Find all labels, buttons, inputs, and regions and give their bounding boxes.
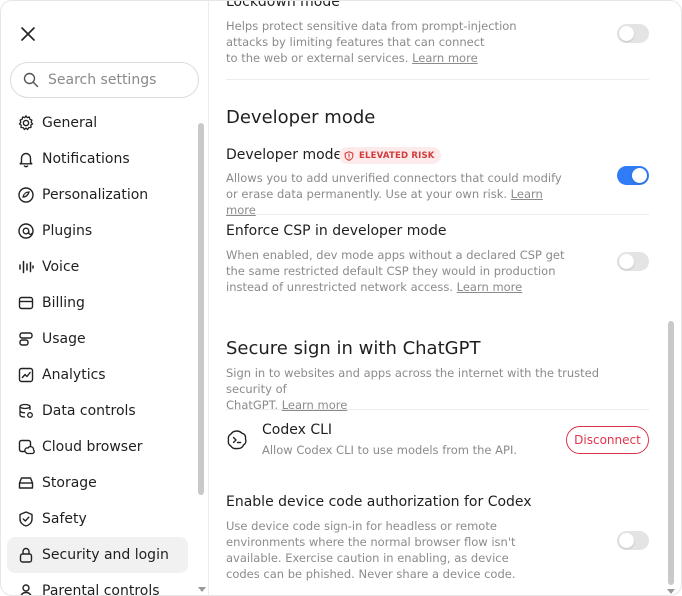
sidebar-scroll-down-arrow[interactable] xyxy=(198,587,206,592)
lockdown-mode-toggle[interactable] xyxy=(617,24,649,43)
personalization-icon xyxy=(16,185,36,205)
signin-desc-line: ChatGPT. Learn more xyxy=(226,398,348,412)
elevated-risk-badge: ELEVATED RISK xyxy=(339,147,441,164)
gear-icon xyxy=(16,113,36,133)
secure-signin-section-title: Secure sign in with ChatGPT xyxy=(226,338,481,359)
search-input[interactable] xyxy=(48,72,188,88)
toggle-knob xyxy=(619,26,634,41)
developer-mode-section-title: Developer mode xyxy=(226,107,376,128)
lockdown-desc-line: to the web or external services. Learn m… xyxy=(226,51,478,65)
sidebar-item-cloud-browser[interactable]: Cloud browser xyxy=(7,429,188,465)
warning-shield-icon xyxy=(344,150,354,161)
database-icon xyxy=(16,401,36,421)
sidebar-item-voice[interactable]: Voice xyxy=(7,249,188,285)
divider xyxy=(226,79,649,80)
lockdown-mode-description: Helps protect sensitive data from prompt… xyxy=(226,18,526,66)
csp-desc-line: When enabled, dev mode apps without a de… xyxy=(226,248,565,262)
analytics-chart-icon xyxy=(16,365,36,385)
content-scroll-down-arrow[interactable] xyxy=(667,589,675,594)
divider xyxy=(226,214,649,215)
enforce-csp-toggle[interactable] xyxy=(617,252,649,271)
lock-icon xyxy=(16,545,36,565)
sidebar-item-plugins[interactable]: Plugins xyxy=(7,213,188,249)
sidebar-item-notifications[interactable]: Notifications xyxy=(7,141,188,177)
bell-icon xyxy=(16,149,36,169)
sidebar-item-label: Security and login xyxy=(42,547,169,563)
lockdown-desc-line: Helps protect sensitive data from prompt… xyxy=(226,19,517,33)
person-icon xyxy=(16,581,36,595)
csp-desc-line: instead of unrestricted network access. … xyxy=(226,280,523,294)
toggle-knob xyxy=(632,168,647,183)
sidebar-item-data-controls[interactable]: Data controls xyxy=(7,393,188,429)
sidebar-item-label: Notifications xyxy=(42,151,130,167)
secure-signin-description: Sign in to websites and apps across the … xyxy=(226,365,646,413)
storage-drive-icon xyxy=(16,473,36,493)
sidebar-item-label: Usage xyxy=(42,331,86,347)
usage-icon xyxy=(16,329,36,349)
sidebar-item-label: Parental controls xyxy=(42,583,160,596)
sidebar-item-billing[interactable]: Billing xyxy=(7,285,188,321)
enforce-csp-title: Enforce CSP in developer mode xyxy=(226,223,447,239)
settings-window: General Notifications Personalization Pl… xyxy=(0,0,682,596)
settings-content: Lockdown mode Helps protect sensitive da… xyxy=(210,0,681,595)
enforce-csp-learn-more-link[interactable]: Learn more xyxy=(457,280,523,294)
codex-cli-icon xyxy=(226,429,248,451)
sidebar-item-label: Cloud browser xyxy=(42,439,143,455)
sidebar-scrollbar[interactable] xyxy=(198,123,204,495)
sidebar-item-label: Analytics xyxy=(42,367,106,383)
sidebar-item-safety[interactable]: Safety xyxy=(7,501,188,537)
codex-cli-title: Codex CLI xyxy=(262,422,333,438)
device-desc-line: available. Exercise caution in enabling,… xyxy=(226,551,509,565)
developer-mode-toggle[interactable] xyxy=(617,166,649,185)
csp-desc-line: the same restricted default CSP they wou… xyxy=(226,264,556,278)
sidebar-item-general[interactable]: General xyxy=(7,105,188,141)
sidebar-item-personalization[interactable]: Personalization xyxy=(7,177,188,213)
device-desc-line: codes can be phished. Never share a devi… xyxy=(226,567,516,581)
sidebar-item-label: Safety xyxy=(42,511,87,527)
lockdown-learn-more-link[interactable]: Learn more xyxy=(412,51,478,65)
device-code-toggle[interactable] xyxy=(617,531,649,550)
sidebar-item-label: Storage xyxy=(42,475,97,491)
plugins-icon xyxy=(16,221,36,241)
content-scrollbar[interactable] xyxy=(668,321,674,585)
sidebar-item-label: Data controls xyxy=(42,403,136,419)
settings-sidebar: General Notifications Personalization Pl… xyxy=(1,1,209,596)
device-desc-line: environments where the normal browser fl… xyxy=(226,535,516,549)
device-code-title: Enable device code authorization for Cod… xyxy=(226,494,532,510)
billing-card-icon xyxy=(16,293,36,313)
developer-mode-description: Allows you to add unverified connectors … xyxy=(226,170,566,218)
cloud-browser-icon xyxy=(16,437,36,457)
lockdown-mode-title: Lockdown mode xyxy=(226,0,340,10)
sidebar-item-label: General xyxy=(42,115,98,131)
developer-desc-line: Allows you to add unverified connectors … xyxy=(226,171,562,185)
codex-cli-description: Allow Codex CLI to use models from the A… xyxy=(262,443,517,457)
shield-icon xyxy=(16,509,36,529)
close-button[interactable] xyxy=(15,21,41,47)
toggle-knob xyxy=(619,533,634,548)
sidebar-item-usage[interactable]: Usage xyxy=(7,321,188,357)
signin-desc-line: Sign in to websites and apps across the … xyxy=(226,366,600,396)
search-settings-field[interactable] xyxy=(10,62,199,98)
sidebar-item-storage[interactable]: Storage xyxy=(7,465,188,501)
search-icon xyxy=(23,72,39,88)
settings-nav: General Notifications Personalization Pl… xyxy=(7,105,188,596)
badge-label: ELEVATED RISK xyxy=(359,150,435,161)
toggle-knob xyxy=(619,254,634,269)
enforce-csp-description: When enabled, dev mode apps without a de… xyxy=(226,247,566,295)
sidebar-item-label: Plugins xyxy=(42,223,93,239)
sidebar-item-analytics[interactable]: Analytics xyxy=(7,357,188,393)
sidebar-item-parental-controls[interactable]: Parental controls xyxy=(7,573,188,596)
lockdown-desc-line: attacks by limiting features that can co… xyxy=(226,35,485,49)
developer-mode-title: Developer mode xyxy=(226,147,343,163)
device-code-description: Use device code sign-in for headless or … xyxy=(226,518,526,582)
sidebar-item-security-and-login[interactable]: Security and login xyxy=(7,537,188,573)
sidebar-item-label: Voice xyxy=(42,259,80,275)
sidebar-item-label: Billing xyxy=(42,295,85,311)
voice-waveform-icon xyxy=(16,257,36,277)
device-desc-line: Use device code sign-in for headless or … xyxy=(226,519,497,533)
close-icon xyxy=(21,27,35,41)
sidebar-item-label: Personalization xyxy=(42,187,149,203)
divider xyxy=(226,409,649,410)
disconnect-button[interactable]: Disconnect xyxy=(566,426,649,454)
